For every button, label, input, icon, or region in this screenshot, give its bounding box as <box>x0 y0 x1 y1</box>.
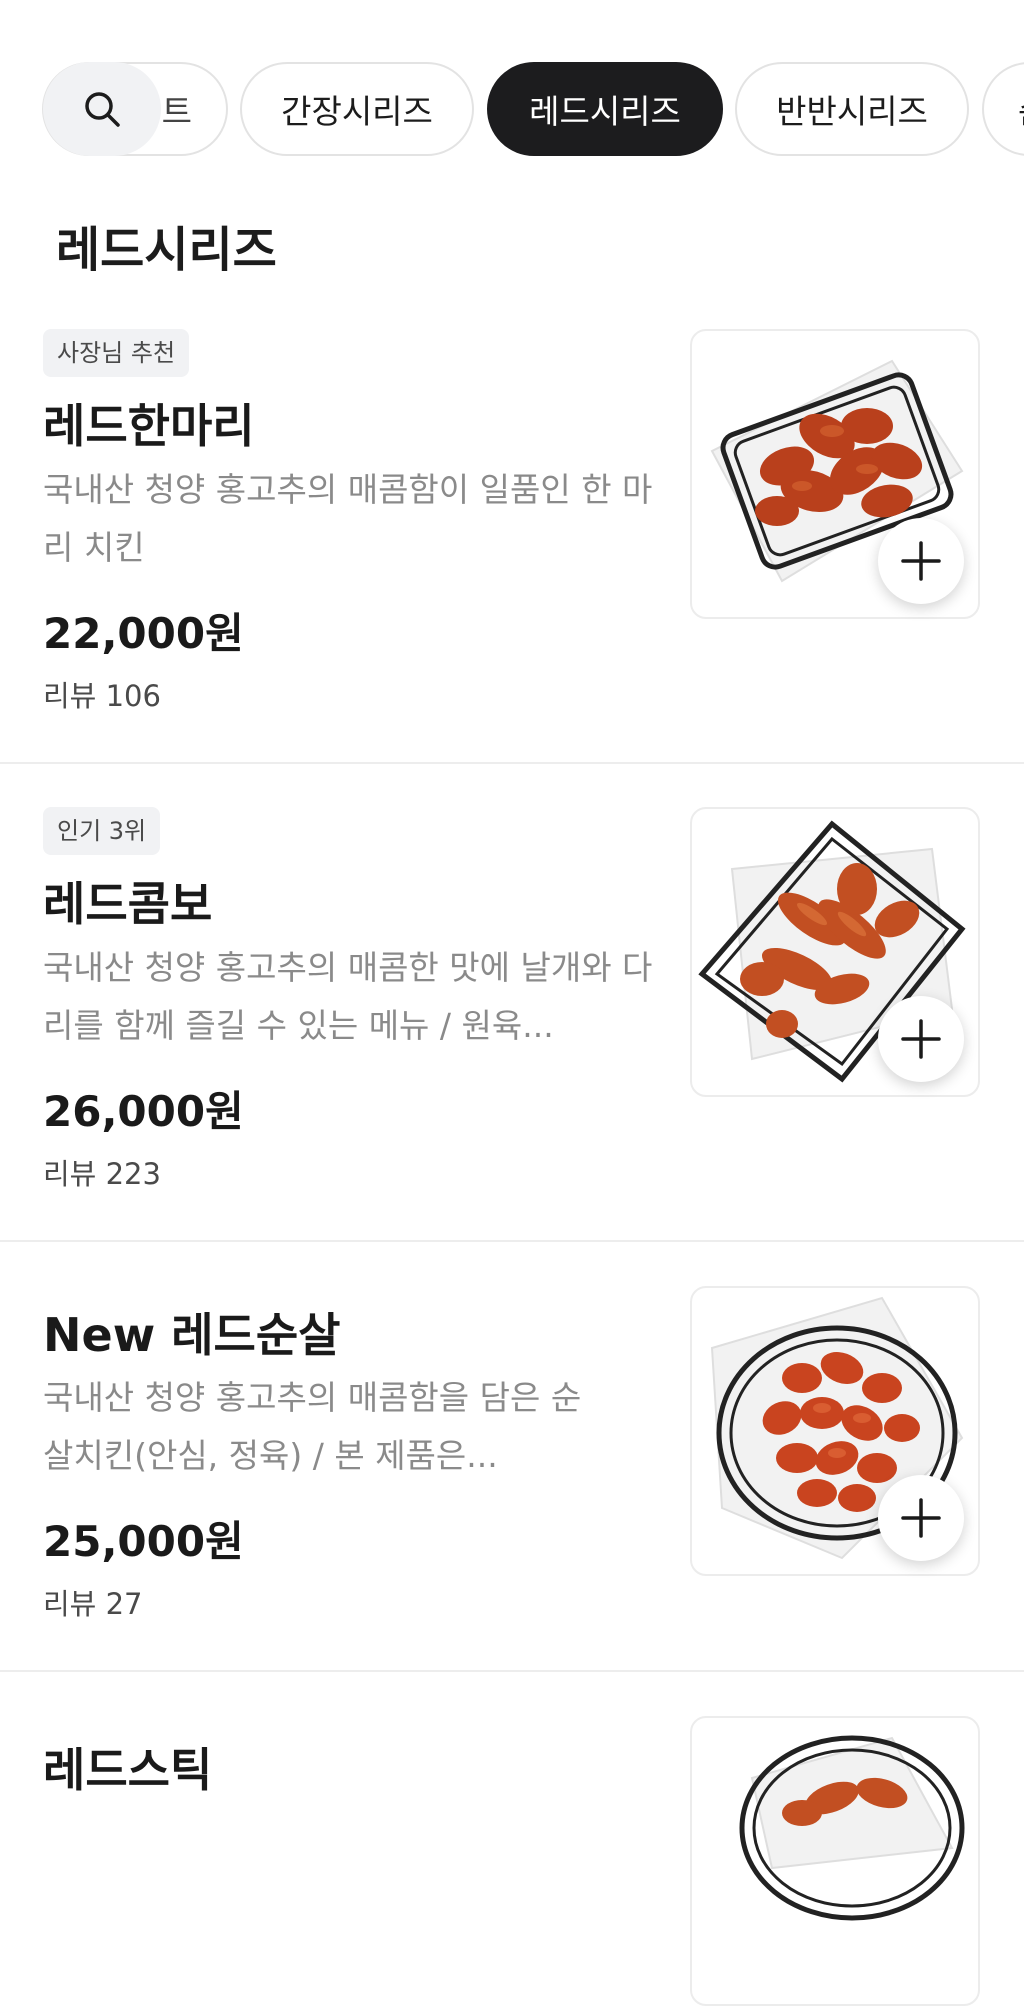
menu-item-review-count[interactable]: 리뷰 27 <box>43 1581 142 1623</box>
add-to-cart-button[interactable] <box>878 1475 964 1561</box>
plus-icon <box>901 541 941 581</box>
category-chip-label: 레드시리즈 <box>529 92 681 131</box>
menu-item-price: 25,000원 <box>43 1517 244 1566</box>
search-icon <box>85 92 120 127</box>
menu-item-name: 레드한마리 <box>43 399 255 453</box>
recommend-badge: 사장님 추천 <box>43 329 190 377</box>
section-title: 레드시리즈 <box>56 222 277 278</box>
menu-item-review-count[interactable]: 리뷰 223 <box>43 1151 161 1193</box>
popular-rank-badge: 인기 3위 <box>43 807 161 855</box>
category-chip-label: 순 <box>1018 85 1024 133</box>
category-chip-soy[interactable]: 간장시리즈 <box>240 62 474 156</box>
category-chip-label: 트 <box>161 92 192 131</box>
menu-item-description: 국내산 청양 홍고추의 매콤함이 일품인 한 마리 치킨 <box>43 470 653 567</box>
menu-item-price: 22,000원 <box>43 609 244 658</box>
category-tab-bar: 트 간장시리즈 레드시리즈 반반시리즈 순 <box>0 0 1024 175</box>
add-to-cart-button[interactable] <box>878 996 964 1082</box>
search-button[interactable] <box>43 62 161 156</box>
menu-item-name: 레드콤보 <box>43 877 213 931</box>
menu-item-description: 국내산 청양 홍고추의 매콤함을 담은 순살치킨(안심, 정육) / 본 제품은… <box>43 1378 582 1475</box>
category-chip-label: 반반시리즈 <box>776 92 928 131</box>
menu-item-red-whole[interactable]: 사장님 추천 레드한마리 국내산 청양 홍고추의 매콤함이 일품인 한 마리 치… <box>0 310 1024 764</box>
menu-item-name: New 레드순살 <box>43 1308 341 1362</box>
plus-icon <box>901 1019 941 1059</box>
menu-item-description: 국내산 청양 홍고추의 매콤한 맛에 날개와 다리를 함께 즐길 수 있는 메뉴… <box>43 948 653 1045</box>
menu-item-review-count[interactable]: 리뷰 106 <box>43 673 161 715</box>
category-chip-red[interactable]: 레드시리즈 <box>487 62 723 156</box>
category-chip-partial-right[interactable]: 순 <box>982 62 1024 156</box>
category-chip-label: 간장시리즈 <box>281 92 433 131</box>
menu-item-new-red-boneless[interactable]: New 레드순살 국내산 청양 홍고추의 매콤함을 담은 순살치킨(안심, 정육… <box>0 1242 1024 1672</box>
menu-item-red-combo[interactable]: 인기 3위 레드콤보 국내산 청양 홍고추의 매콤한 맛에 날개와 다리를 함께… <box>0 764 1024 1242</box>
add-to-cart-button[interactable] <box>878 518 964 604</box>
menu-item-image[interactable] <box>690 1716 980 2006</box>
plus-icon <box>901 1498 941 1538</box>
category-chip-half[interactable]: 반반시리즈 <box>735 62 969 156</box>
menu-item-red-stick[interactable]: 레드스틱 <box>0 1672 1024 2006</box>
chicken-basket-image <box>739 1735 965 1921</box>
menu-item-price: 26,000원 <box>43 1087 244 1136</box>
menu-item-name: 레드스틱 <box>43 1743 213 1797</box>
